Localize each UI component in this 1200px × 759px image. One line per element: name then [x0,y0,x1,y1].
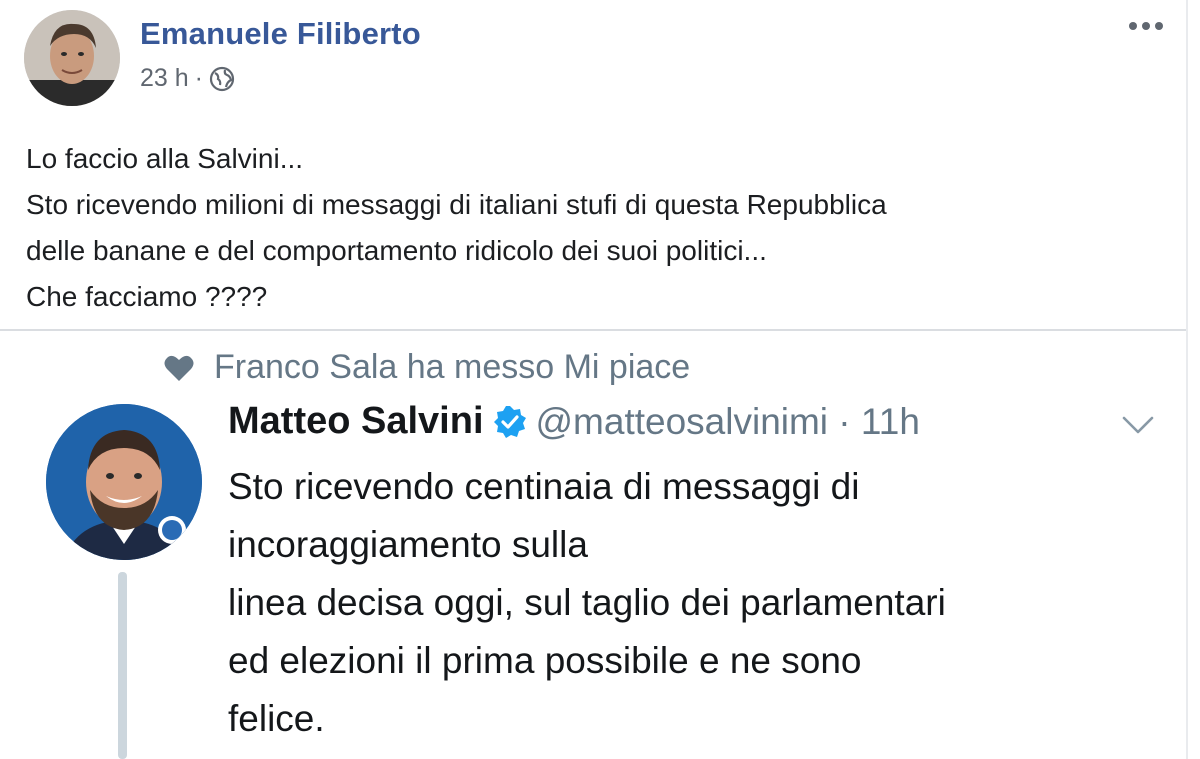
heart-icon [164,354,194,382]
tweet-text-line: ed elezioni il prima possibile e ne sono [228,640,862,681]
divider [0,329,1188,331]
tweet-like-note: Franco Sala ha messo Mi piace [164,348,690,387]
more-dot [1155,22,1163,30]
tweet-header: Matteo Salvini @matteosalvinimi · 11h [228,400,920,443]
post-time[interactable]: 23 h [140,64,189,93]
post-text-line: Che facciamo ???? [26,281,268,312]
tweet-avatar[interactable] [46,404,202,560]
post-text: Lo faccio alla Salvini... Sto ricevendo … [26,136,1146,320]
author-name[interactable]: Emanuele Filiberto [140,16,421,52]
more-dot [1129,22,1137,30]
like-note-text: Franco Sala ha messo Mi piace [214,348,691,386]
tweet-text-line: incoraggiamento sulla [228,524,588,565]
post-meta: 23 h · [140,64,235,93]
tweet-handle-time[interactable]: @matteosalvinimi · 11h [536,401,920,443]
more-options-icon[interactable] [1124,14,1168,38]
author-avatar[interactable] [24,10,120,106]
globe-icon[interactable] [209,66,235,92]
tweet-text-line: linea decisa oggi, sul taglio dei parlam… [228,582,946,623]
post-text-line: Lo faccio alla Salvini... [26,143,304,174]
tweet-author-name[interactable]: Matteo Salvini [228,400,484,443]
post-border [1186,0,1188,759]
meta-separator: · [194,64,203,92]
chevron-down-icon[interactable] [1120,410,1156,438]
post-text-line: Sto ricevendo milioni di messaggi di ita… [26,189,887,220]
more-dot [1142,22,1150,30]
tweet-text-line: felice. [228,698,325,739]
tweet-text-line: Sto ricevendo centinaia di messaggi di [228,466,860,507]
facebook-post: Emanuele Filiberto 23 h · Lo faccio alla… [0,0,1200,759]
thread-line [118,572,127,759]
post-text-line: delle banane e del comportamento ridicol… [26,235,767,266]
verified-badge-icon [492,404,528,440]
tweet-text: Sto ricevendo centinaia di messaggi di i… [228,458,1168,748]
